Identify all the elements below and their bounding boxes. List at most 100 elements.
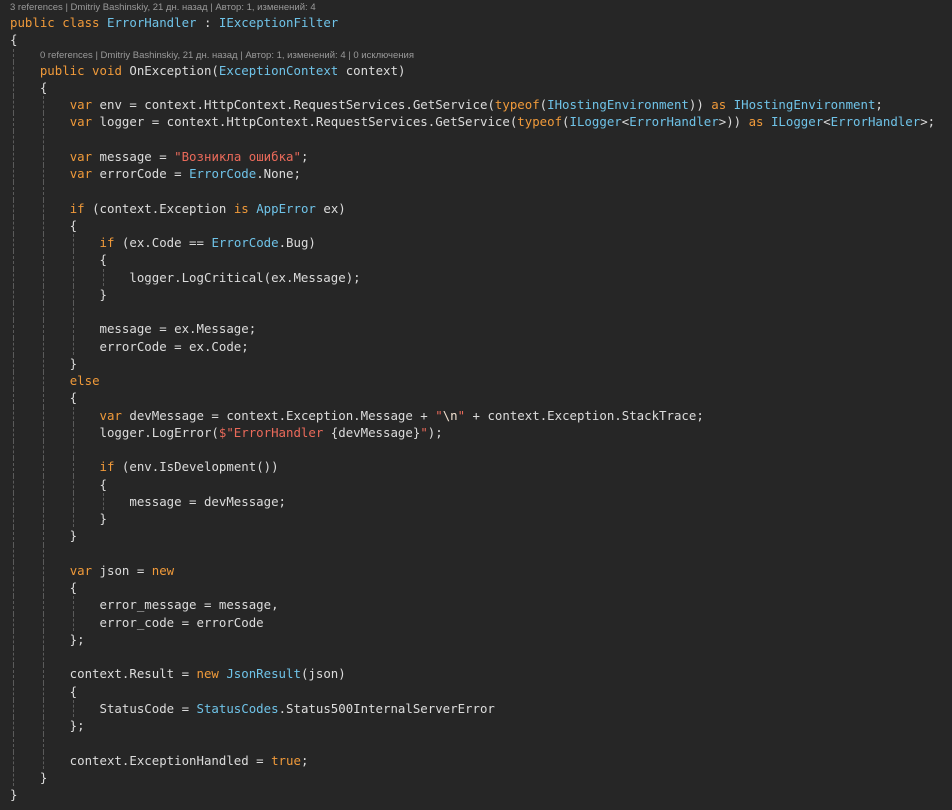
indent-guide <box>13 130 14 148</box>
indent-guide <box>13 648 14 666</box>
indent-guide <box>13 699 14 717</box>
indent-guide <box>73 492 74 510</box>
type-name: ErrorHandler <box>830 114 921 130</box>
keyword: is <box>233 200 257 216</box>
code-line <box>0 182 952 200</box>
type-name: IExceptionFilter <box>218 15 339 30</box>
code-text: (ex.Code == <box>121 235 212 250</box>
indent-guide <box>73 268 74 286</box>
code-line: logger.LogCritical(ex.Message); <box>0 268 952 286</box>
keyword: as <box>711 97 734 112</box>
code-text: ); <box>427 424 443 440</box>
code-text: } <box>10 769 48 785</box>
indent-guide <box>43 303 44 321</box>
code-line: if (env.IsDevelopment()) <box>0 458 952 476</box>
indent-guide <box>13 751 14 769</box>
keyword: var <box>69 166 100 181</box>
code-line <box>0 648 952 666</box>
code-text: < <box>823 114 831 130</box>
indent-guide <box>13 630 14 648</box>
indent-guide <box>73 596 74 614</box>
code-text: (json) <box>300 666 346 682</box>
code-text: .Bug) <box>278 235 316 250</box>
indent-guide <box>13 96 14 114</box>
keyword: public class <box>10 15 107 30</box>
codelens-text[interactable]: 3 references | Dmitriy Bashinskiy, 21 дн… <box>10 2 316 13</box>
code-line: { <box>0 579 952 597</box>
indent-guide <box>43 182 44 200</box>
string-literal: "Возникла ошибка" <box>174 148 301 164</box>
code-text: logger.LogCritical(ex.Message); <box>10 269 361 285</box>
code-line: error_message = message, <box>0 596 952 614</box>
code-text: ; <box>300 752 309 768</box>
code-line: var message = "Возникла ошибка"; <box>0 147 952 165</box>
code-text: { <box>10 32 18 48</box>
indent-guide <box>43 354 44 372</box>
indent-guide <box>43 561 44 579</box>
indent-guide <box>13 596 14 614</box>
indent-guide <box>73 613 74 631</box>
code-line: else <box>0 372 952 390</box>
indent-guide <box>73 251 74 269</box>
type-name: StatusCodes <box>196 700 279 716</box>
keyword: as <box>748 114 771 130</box>
code-editor[interactable]: 3 references | Dmitriy Bashinskiy, 21 дн… <box>0 0 952 803</box>
indent-guide <box>13 234 14 252</box>
indent-guide <box>43 544 44 562</box>
indent-guide <box>43 113 44 131</box>
code-line: if (context.Exception is AppError ex) <box>0 199 952 217</box>
code-line: context.ExceptionHandled = true; <box>0 751 952 769</box>
code-text: >; <box>920 114 936 130</box>
code-text: errorCode = ex.Code; <box>10 338 249 354</box>
code-text: { <box>10 252 107 268</box>
code-text: context.Result = <box>10 666 197 682</box>
code-line: { <box>0 251 952 269</box>
code-text: error_message = message, <box>10 597 279 613</box>
indent-guide <box>43 596 44 614</box>
indent-guide <box>13 613 14 631</box>
code-line: }; <box>0 630 952 648</box>
escape-sequence: \n <box>442 407 458 423</box>
indent-guide <box>13 372 14 390</box>
string-literal: " <box>420 424 428 440</box>
indent-guide <box>43 372 44 390</box>
indent-guide <box>13 389 14 407</box>
indent-guide <box>13 527 14 545</box>
code-text: + context.Exception.StackTrace; <box>465 407 704 423</box>
indent-guide <box>43 475 44 493</box>
indent-guide <box>43 199 44 217</box>
indent-guide <box>73 320 74 338</box>
code-line: } <box>0 510 952 528</box>
code-text: error_code = errorCode <box>10 614 264 630</box>
code-text: message = ex.Message; <box>10 321 257 337</box>
code-text: }; <box>10 631 85 647</box>
indent-guide <box>73 475 74 493</box>
indent-guide <box>13 147 14 165</box>
indent-guide <box>73 234 74 252</box>
code-line: public void OnException(ExceptionContext… <box>0 61 952 79</box>
code-text: {devMessage} <box>330 424 421 440</box>
keyword: public void <box>39 62 130 78</box>
indent-guide <box>13 406 14 424</box>
indent-guide <box>13 561 14 579</box>
code-text: } <box>10 787 18 802</box>
indent-guide <box>43 510 44 528</box>
indent-guide <box>43 492 44 510</box>
indent-guide <box>13 510 14 528</box>
code-text: OnException( <box>129 62 219 78</box>
indent-guide <box>73 510 74 528</box>
codelens-text[interactable]: 0 references | Dmitriy Bashinskiy, 21 дн… <box>40 50 414 61</box>
code-line: message = devMessage; <box>0 492 952 510</box>
keyword: true <box>271 752 301 768</box>
indent-guide <box>13 354 14 372</box>
type-name: ExceptionContext <box>218 62 339 78</box>
code-text: ( <box>562 114 570 130</box>
indent-guide <box>13 303 14 321</box>
code-line: } <box>0 786 952 803</box>
code-line: StatusCode = StatusCodes.Status500Intern… <box>0 699 952 717</box>
code-text: } <box>10 286 107 302</box>
indent-guide <box>43 630 44 648</box>
